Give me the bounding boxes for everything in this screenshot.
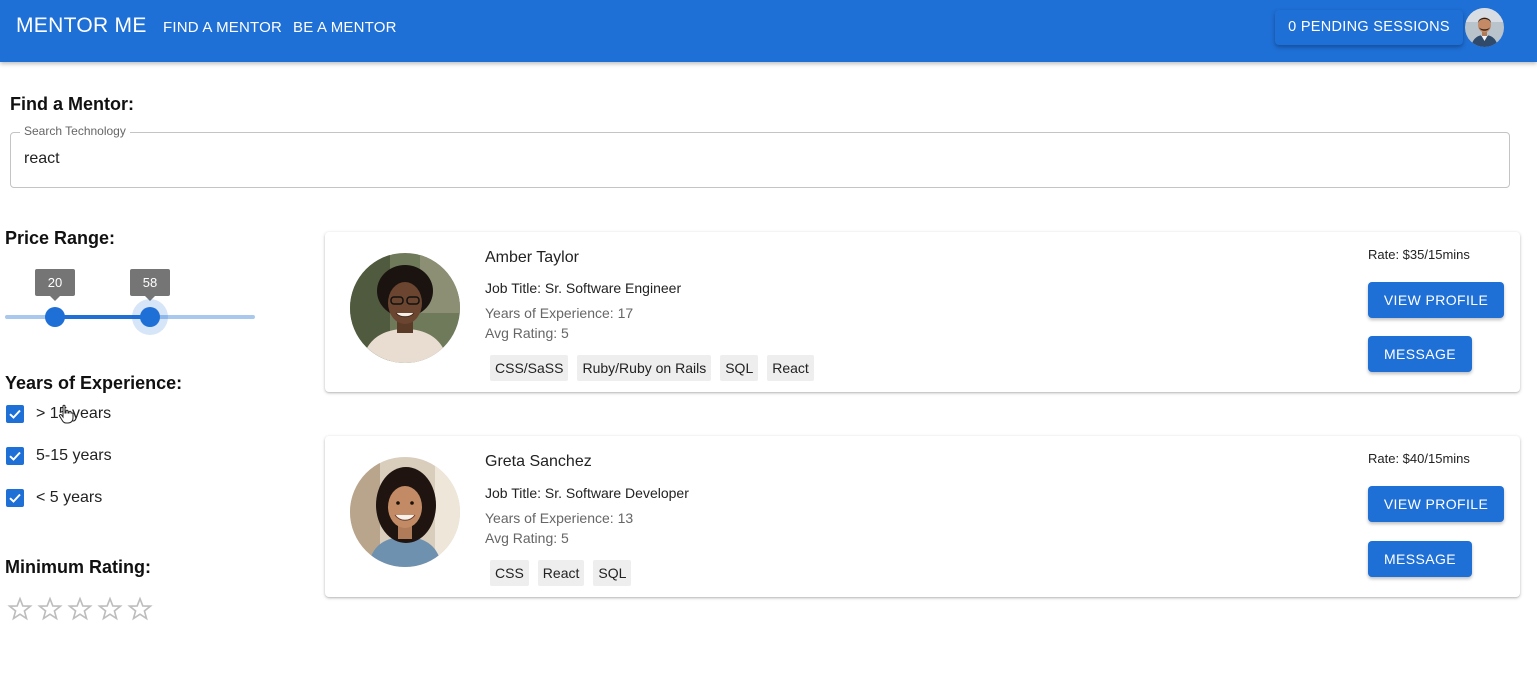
mentor-photo — [350, 457, 460, 567]
mentor-job-title: Job Title: Sr. Software Engineer — [485, 280, 682, 296]
nav-find-mentor[interactable]: FIND A MENTOR — [163, 19, 282, 36]
star-outline-icon[interactable] — [37, 596, 63, 622]
mentor-card: Greta Sanchez Job Title: Sr. Software De… — [325, 436, 1520, 597]
brand-logo[interactable]: MENTOR ME — [16, 14, 147, 38]
search-input-value[interactable]: react — [24, 150, 60, 168]
find-mentor-title: Find a Mentor: — [10, 94, 134, 114]
experience-checkbox-lt5[interactable] — [6, 489, 24, 507]
message-button[interactable]: MESSAGE — [1368, 541, 1472, 577]
tag-chip: React — [537, 560, 585, 586]
tag-chip: CSS — [490, 560, 529, 586]
rating-stars[interactable] — [7, 596, 157, 624]
tag-chip: SQL — [720, 355, 759, 381]
mentor-name: Greta Sanchez — [485, 453, 592, 470]
min-rating-title: Minimum Rating: — [5, 557, 151, 577]
hand-cursor-icon — [58, 404, 74, 424]
view-profile-button[interactable]: VIEW PROFILE — [1368, 282, 1504, 318]
mentor-rating: Avg Rating: 5 — [485, 530, 569, 546]
experience-checkbox-gt15[interactable] — [6, 405, 24, 423]
mentor-photo — [350, 253, 460, 363]
check-icon — [9, 493, 21, 503]
price-range-title: Price Range: — [5, 228, 116, 248]
star-outline-icon[interactable] — [67, 596, 93, 622]
mentor-rate: Rate: $35/15mins — [1368, 247, 1470, 262]
mentor-card: Amber Taylor Job Title: Sr. Software Eng… — [325, 232, 1520, 392]
star-outline-icon[interactable] — [97, 596, 123, 622]
price-max-thumb[interactable] — [140, 307, 160, 327]
mentor-tags: CSS React SQL — [490, 560, 632, 586]
mentor-tags: CSS/SaSS Ruby/Ruby on Rails SQL React — [490, 355, 814, 381]
user-avatar[interactable] — [1465, 8, 1504, 47]
tag-chip: SQL — [593, 560, 632, 586]
nav-be-mentor[interactable]: BE A MENTOR — [293, 19, 397, 36]
price-max-tooltip: 58 — [130, 269, 170, 301]
mentor-experience: Years of Experience: 17 — [485, 305, 634, 321]
mentor-name: Amber Taylor — [485, 249, 579, 266]
tag-chip: Ruby/Ruby on Rails — [577, 355, 712, 381]
tag-chip: CSS/SaSS — [490, 355, 569, 381]
search-input[interactable] — [10, 132, 1510, 188]
pending-sessions-button[interactable]: 0 PENDING SESSIONS — [1275, 10, 1463, 45]
mentor-job-title: Job Title: Sr. Software Developer — [485, 485, 689, 501]
tag-chip: React — [767, 355, 814, 381]
star-outline-icon[interactable] — [7, 596, 33, 622]
price-slider-range — [55, 315, 150, 319]
search-input-label: Search Technology — [20, 124, 130, 138]
mentor-rating: Avg Rating: 5 — [485, 325, 569, 341]
experience-checkbox-5-15[interactable] — [6, 447, 24, 465]
price-min-thumb[interactable] — [45, 307, 65, 327]
mentor-experience: Years of Experience: 13 — [485, 510, 634, 526]
check-icon — [9, 451, 21, 461]
mentor-rate: Rate: $40/15mins — [1368, 451, 1470, 466]
experience-label-5-15[interactable]: 5-15 years — [36, 447, 112, 465]
check-icon — [9, 409, 21, 419]
experience-title: Years of Experience: — [5, 373, 183, 393]
experience-label-lt5[interactable]: < 5 years — [36, 489, 102, 507]
star-outline-icon[interactable] — [127, 596, 153, 622]
message-button[interactable]: MESSAGE — [1368, 336, 1472, 372]
price-min-tooltip: 20 — [35, 269, 75, 301]
view-profile-button[interactable]: VIEW PROFILE — [1368, 486, 1504, 522]
app-bar: MENTOR ME FIND A MENTOR BE A MENTOR 0 PE… — [0, 0, 1537, 62]
